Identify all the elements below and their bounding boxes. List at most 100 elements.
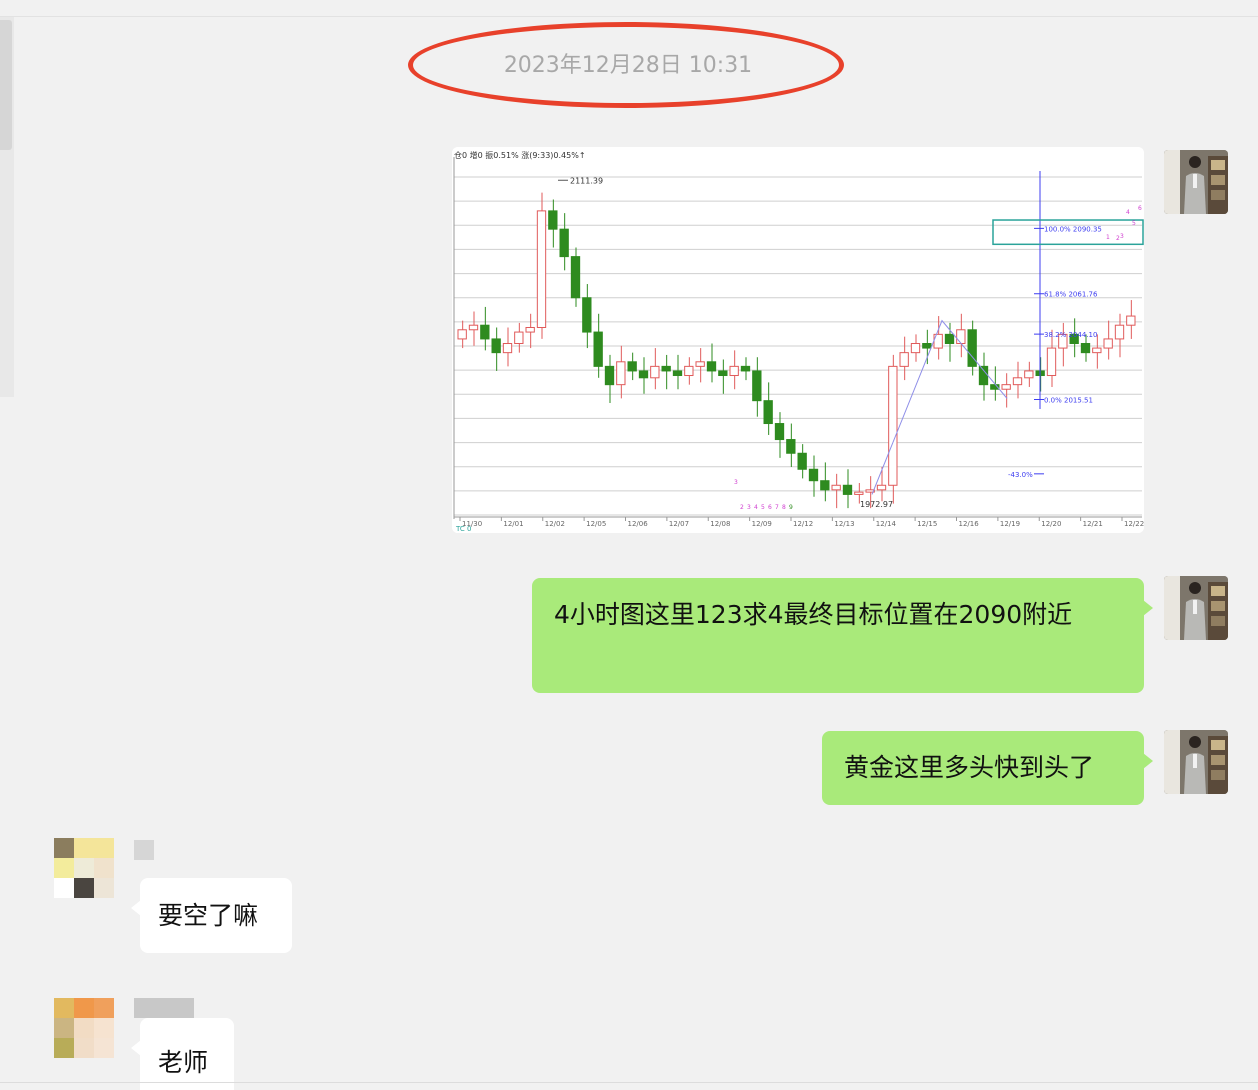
wave-count-label: 8 (782, 504, 786, 511)
chart-footer-text: TC 0 (455, 525, 471, 533)
date-label: 12/22 (1124, 520, 1144, 528)
message-bubble-self[interactable]: 4小时图这里123求4最终目标位置在2090附近 (532, 578, 1153, 693)
candle-down (808, 468, 819, 482)
candle-down (491, 338, 501, 354)
date-label: 12/09 (752, 520, 772, 528)
wave-count-label: 5 (1132, 220, 1136, 227)
candle-down (842, 484, 853, 495)
sender-avatar[interactable] (1164, 150, 1228, 214)
candle-up (1012, 377, 1023, 386)
message-text: 要空了嘛 (158, 901, 259, 930)
message-bubble-self[interactable]: 黄金这里多头快到头了 (822, 731, 1153, 805)
wave-count-label: 3 (747, 504, 751, 511)
candle-down (820, 480, 830, 491)
date-label: 12/13 (834, 520, 854, 528)
wave-count-label: 6 (1138, 205, 1142, 212)
message-text: 4小时图这里123求4最终目标位置在2090附近 (554, 600, 1073, 629)
candle-down (786, 439, 796, 454)
candle-up (888, 365, 898, 486)
wave-count-label: 7 (775, 504, 779, 511)
candle-up (1024, 370, 1034, 379)
bottom-divider (0, 1082, 1258, 1083)
candle-down (627, 361, 637, 372)
candle-down (604, 365, 615, 386)
candle-down (672, 370, 683, 377)
person-photo-icon (1164, 150, 1228, 214)
top-divider (0, 16, 1258, 17)
candle-down (570, 256, 581, 299)
candle-down (706, 361, 717, 372)
candle-up (616, 361, 626, 386)
candle-up (650, 365, 660, 379)
date-label: 12/07 (669, 520, 689, 528)
candle-down (774, 423, 785, 441)
chat-window: 2023年12月28日 10:31 2111.39 1972.97 100.0%… (0, 0, 1258, 1090)
date-label: 12/20 (1041, 520, 1061, 528)
date-label: 12/19 (1000, 520, 1020, 528)
candle-up (854, 491, 864, 495)
candle-down (740, 365, 751, 372)
contact-name-redacted (134, 998, 194, 1018)
wave-count-label: 4 (1126, 209, 1130, 216)
date-label: 12/21 (1083, 520, 1103, 528)
candle-up (525, 326, 535, 333)
candle-down (718, 370, 728, 377)
scrollbar-thumb[interactable] (0, 20, 12, 150)
candle-up (1092, 347, 1102, 354)
pixelated-avatar-icon (54, 998, 114, 1058)
low-price-label: 1972.97 (860, 500, 893, 509)
fib-level-label: 100.0% 2090.35 (1044, 225, 1102, 233)
candle-up (514, 331, 524, 344)
message-text: 老师 (158, 1048, 209, 1077)
date-label: 12/02 (545, 520, 565, 528)
chart-image-message[interactable]: 2111.39 1972.97 100.0% 2090.35 61.8% 2061.7… (452, 147, 1144, 533)
candle-up (468, 324, 479, 331)
candle-down (559, 228, 569, 258)
wave-count-label: 1 (1106, 234, 1110, 241)
candle-down (922, 343, 932, 349)
candle-up (876, 484, 887, 491)
contact-avatar[interactable] (54, 998, 114, 1058)
candle-down (480, 324, 490, 340)
fib-level-label: -43.0% (1008, 471, 1033, 479)
date-label: 12/01 (503, 520, 523, 528)
message-bubble-other[interactable]: 老师 (131, 1018, 234, 1090)
chart-header-text: 仓0 增0 振0.51% 涨(9:33)0.45%↑ (454, 150, 586, 160)
candle-up (457, 329, 467, 340)
candle-up (956, 329, 966, 344)
wave-count-label: 3 (1120, 233, 1124, 240)
candle-up (1126, 315, 1136, 326)
candle-up (1103, 338, 1113, 349)
date-label: 12/15 (917, 520, 937, 528)
message-bubble-other[interactable]: 要空了嘛 (131, 878, 292, 953)
pixelated-avatar-icon (54, 838, 114, 898)
sender-avatar[interactable] (1164, 576, 1228, 640)
candle-up (899, 352, 909, 367)
candle-up (910, 343, 921, 354)
date-label: 12/12 (793, 520, 813, 528)
candle-down (944, 333, 955, 344)
candle-down (638, 370, 649, 379)
candlestick-chart: 2111.39 1972.97 100.0% 2090.35 61.8% 2061.7… (452, 147, 1144, 533)
candle-up (831, 484, 841, 491)
date-label: 12/08 (710, 520, 730, 528)
candle-down (582, 297, 592, 333)
sender-avatar[interactable] (1164, 730, 1228, 794)
fib-level-label: 0.0% 2015.51 (1044, 397, 1093, 405)
candle-down (763, 400, 773, 425)
contact-avatar[interactable] (54, 838, 114, 898)
date-label: 12/16 (959, 520, 980, 528)
candle-down (548, 210, 558, 230)
candle-up (1046, 347, 1057, 377)
wave-count-label: 9 (789, 504, 793, 511)
contact-name-redacted (134, 840, 154, 860)
date-label: 12/06 (628, 520, 649, 528)
person-photo-icon (1164, 576, 1228, 640)
wave-count-label: 3 (734, 479, 738, 486)
candle-up (695, 361, 705, 367)
high-price-label: 2111.39 (570, 176, 603, 185)
candle-down (593, 331, 603, 367)
candle-up (684, 365, 694, 377)
candle-down (752, 370, 762, 402)
candle-down (978, 365, 989, 386)
